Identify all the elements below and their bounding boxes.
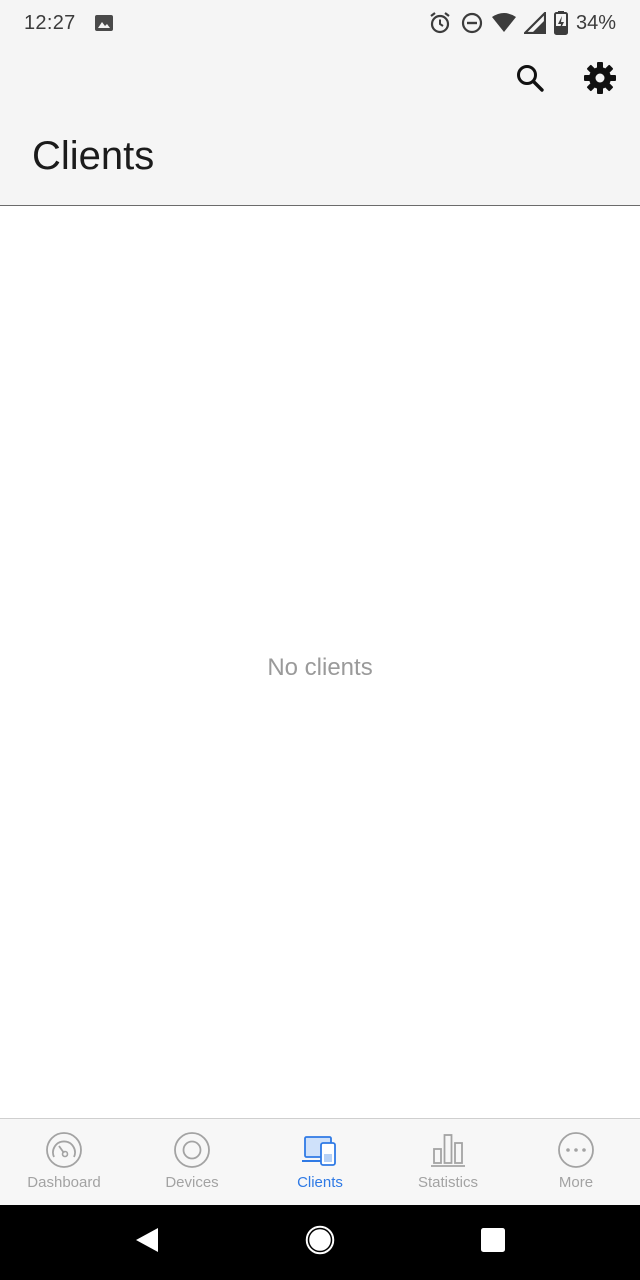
page-title: Clients	[32, 134, 155, 178]
settings-button[interactable]	[578, 58, 622, 102]
back-button[interactable]	[119, 1215, 175, 1271]
nav-item-clients[interactable]: Clients	[256, 1119, 384, 1205]
back-icon	[134, 1226, 160, 1259]
nav-item-dashboard[interactable]: Dashboard	[0, 1119, 128, 1205]
clients-list-area: No clients	[0, 206, 640, 1118]
battery-charging-icon	[553, 11, 568, 35]
status-right: 34%	[428, 11, 616, 35]
signal-icon	[523, 12, 546, 34]
recents-icon	[480, 1227, 506, 1258]
nav-item-more[interactable]: More	[512, 1119, 640, 1205]
clients-devices-icon	[301, 1131, 339, 1169]
bar-chart-icon	[429, 1131, 467, 1169]
more-dots-icon	[557, 1131, 595, 1169]
devices-ring-icon	[173, 1131, 211, 1169]
nav-label-devices: Devices	[165, 1174, 219, 1191]
bottom-nav: Dashboard Devices Clients Statistics Mor…	[0, 1118, 640, 1205]
dashboard-gauge-icon	[45, 1131, 83, 1169]
alarm-icon	[428, 11, 452, 35]
image-icon	[94, 13, 114, 33]
nav-label-clients: Clients	[297, 1174, 343, 1191]
app-actions	[508, 58, 622, 102]
system-nav-bar	[0, 1205, 640, 1280]
clients-screen: 12:27 34% Clients No clients Dashboard D…	[0, 0, 640, 1280]
status-left: 12:27	[24, 12, 114, 35]
nav-label-more: More	[558, 1174, 594, 1191]
wifi-icon	[491, 12, 516, 34]
nav-label-dashboard: Dashboard	[27, 1174, 101, 1191]
search-button[interactable]	[508, 58, 552, 102]
nav-item-statistics[interactable]: Statistics	[384, 1119, 512, 1205]
home-icon	[305, 1225, 335, 1260]
status-bar: 12:27 34%	[0, 0, 640, 46]
nav-label-statistics: Statistics	[417, 1174, 478, 1191]
status-time: 12:27	[24, 11, 76, 34]
search-icon	[514, 62, 546, 99]
recents-button[interactable]	[465, 1215, 521, 1271]
home-button[interactable]	[292, 1215, 348, 1271]
empty-state-message: No clients	[267, 654, 373, 681]
app-bar: Clients	[0, 46, 640, 206]
nav-item-devices[interactable]: Devices	[128, 1119, 256, 1205]
do-not-disturb-icon	[460, 11, 484, 35]
settings-icon	[583, 61, 617, 100]
battery-percent: 34%	[575, 11, 616, 34]
